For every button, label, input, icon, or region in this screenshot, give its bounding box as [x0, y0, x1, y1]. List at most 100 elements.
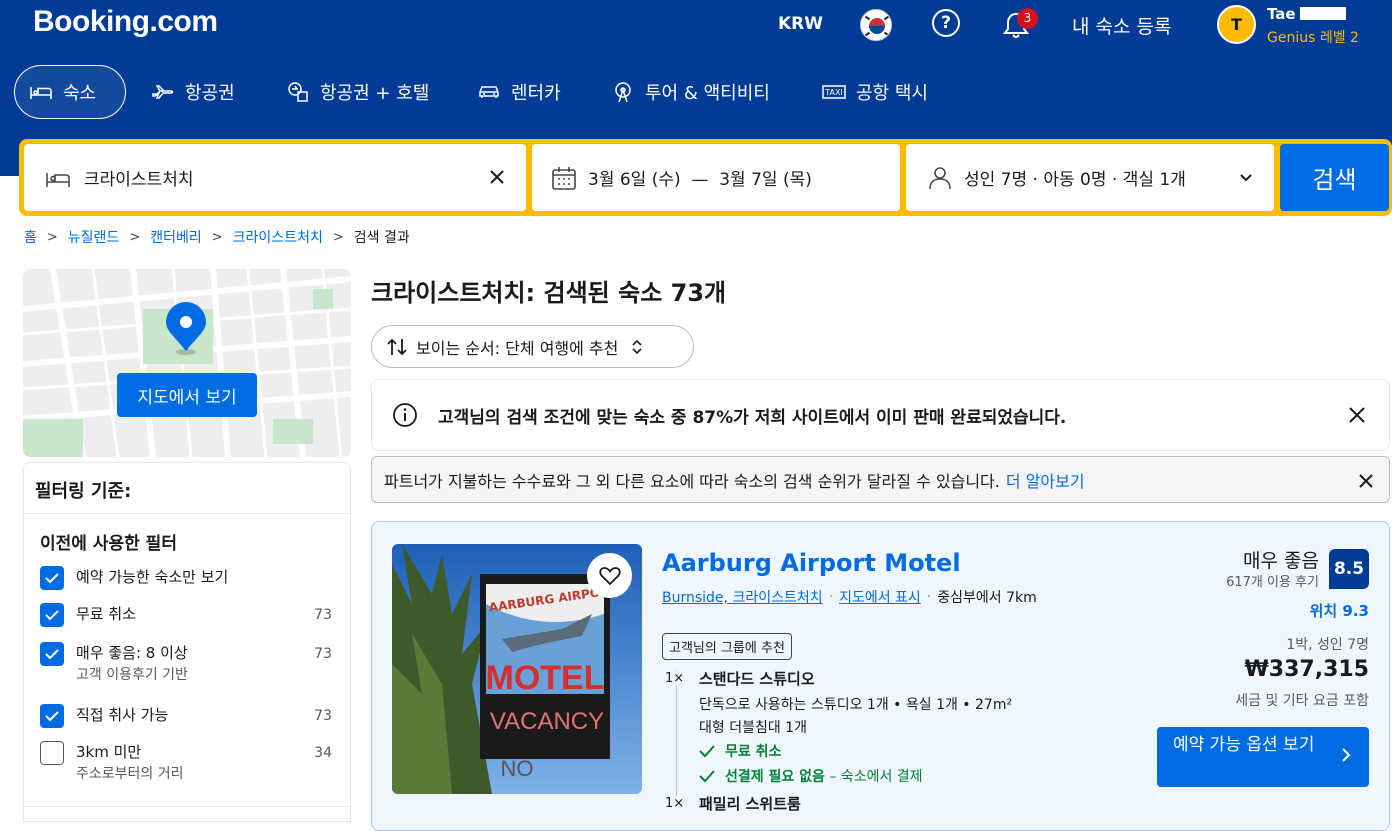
show-on-map-button[interactable]: 지도에서 보기: [117, 373, 257, 417]
filter-count: 73: [314, 646, 332, 662]
destination-field[interactable]: 크라이스트처치: [24, 144, 526, 211]
chevron-right-icon: [1342, 748, 1351, 762]
chevron-right-icon: >: [129, 229, 141, 245]
date-field[interactable]: 3월 6일 (수) — 3월 7일 (목): [532, 144, 900, 211]
no-prepay-suffix: – 숙소에서 결제: [829, 769, 923, 785]
area-link[interactable]: Burnside, 크라이스트처치: [662, 587, 823, 607]
clear-icon[interactable]: [488, 168, 506, 186]
review-count: 617개 이용 후기: [1226, 575, 1319, 590]
filter-option[interactable]: 매우 좋음: 8 이상 고객 이용후기 기반 73: [40, 642, 332, 686]
free-cancellation: 무료 취소: [699, 741, 781, 761]
chevron-right-icon: >: [332, 229, 344, 245]
check-icon: [699, 745, 715, 758]
no-prepayment: 선결제 필요 없음 – 숙소에서 결제: [699, 766, 923, 786]
breadcrumb-home[interactable]: 홈: [24, 227, 37, 247]
filter-title: 필터링 기준:: [35, 481, 132, 502]
filter-count: 34: [314, 745, 332, 761]
plane-hotel-icon: [288, 82, 308, 102]
notification-badge: 3: [1017, 8, 1038, 29]
register-property-link[interactable]: 내 숙소 등록: [1072, 12, 1171, 39]
checkbox-checked[interactable]: [40, 566, 64, 590]
nav-tab-flight-hotel[interactable]: 항공권 + 호텔: [272, 65, 443, 119]
breadcrumb-city[interactable]: 크라이스트처치: [233, 227, 323, 247]
sort-dropdown[interactable]: 보이는 순서: 단체 여행에 추천: [371, 325, 694, 368]
filter-label: 3km 미만: [76, 743, 142, 761]
checkbox-checked[interactable]: [40, 603, 64, 627]
room-name: 패밀리 스위트룸: [699, 795, 801, 813]
currency-button[interactable]: KRW: [778, 14, 823, 34]
room-connector-line: [676, 670, 677, 800]
recommended-badge: 고객님의 그룹에 추천: [662, 633, 792, 660]
search-button[interactable]: 검색: [1280, 144, 1389, 211]
filter-option[interactable]: 무료 취소 73: [40, 603, 332, 627]
nav-label: 항공권: [185, 83, 235, 104]
free-cancel-text: 무료 취소: [725, 744, 782, 760]
check-icon: [45, 649, 59, 660]
chevron-right-icon: >: [211, 229, 223, 245]
checkbox-unchecked[interactable]: [40, 741, 64, 765]
no-prepay-text: 선결제 필요 없음: [725, 769, 825, 785]
room-quantity: 1×: [665, 671, 685, 686]
filter-option[interactable]: 직접 취사 가능 73: [40, 704, 332, 728]
attraction-icon: [615, 82, 631, 103]
filter-section-title: 이전에 사용한 필터: [40, 534, 177, 554]
breadcrumb-region[interactable]: 캔터베리: [150, 227, 202, 247]
map-preview[interactable]: [23, 269, 351, 457]
language-flag-icon[interactable]: [860, 9, 892, 41]
filter-label: 직접 취사 가능: [76, 706, 169, 724]
save-favorite-button[interactable]: [587, 553, 632, 598]
see-availability-button[interactable]: 예약 가능 옵션 보기: [1157, 727, 1369, 787]
guests-value: 성인 7명 · 아동 0명 · 객실 1개: [964, 170, 1186, 190]
divider: [24, 513, 350, 514]
checkbox-checked[interactable]: [40, 642, 64, 666]
bed-description: 대형 더블침대 1개: [699, 720, 807, 736]
redaction-mask: [1300, 7, 1346, 20]
rating-word: 매우 좋음: [1243, 550, 1319, 572]
date-value: 3월 6일 (수) — 3월 7일 (목): [588, 170, 812, 190]
nav-label: 투어 & 액티비티: [645, 83, 770, 104]
filter-option[interactable]: 예약 가능한 숙소만 보기: [40, 566, 332, 590]
nav-label: 숙소: [63, 83, 97, 104]
filter-count: 73: [314, 708, 332, 724]
close-icon[interactable]: [1357, 472, 1375, 490]
ranking-disclaimer: 파트너가 지불하는 수수료와 그 외 다른 요소에 따라 숙소의 검색 순위가 …: [371, 456, 1390, 503]
tax-note: 세금 및 기타 요금 포함: [1235, 693, 1369, 709]
property-name-link[interactable]: Aarburg Airport Motel: [662, 549, 961, 577]
person-icon: [929, 166, 951, 189]
learn-more-link[interactable]: 더 알아보기: [1006, 468, 1085, 492]
plane-icon: [152, 85, 174, 99]
bed-icon: [46, 172, 70, 187]
nav-tab-car-rental[interactable]: 렌터카: [463, 65, 575, 119]
close-icon[interactable]: [1347, 405, 1367, 425]
map-graphic: [23, 269, 351, 457]
results-title: 크라이스트처치: 검색된 숙소 73개: [371, 279, 727, 307]
filter-option[interactable]: 3km 미만 주소로부터의 거리 34: [40, 741, 332, 785]
nav-label: 항공권 + 호텔: [320, 83, 430, 104]
filter-sublabel: 주소로부터의 거리: [76, 766, 184, 782]
chevron-down-icon: [1240, 174, 1252, 182]
show-on-map-link[interactable]: 지도에서 표시: [839, 587, 921, 607]
breadcrumb-country[interactable]: 뉴질랜드: [68, 227, 120, 247]
help-icon[interactable]: ?: [932, 9, 960, 37]
review-score-badge[interactable]: 8.5: [1329, 549, 1369, 589]
guests-field[interactable]: 성인 7명 · 아동 0명 · 객실 1개: [906, 144, 1274, 211]
booking-logo[interactable]: Booking.com: [33, 5, 218, 39]
checkbox-checked[interactable]: [40, 704, 64, 728]
nav-label: 공항 택시: [856, 83, 928, 104]
filter-label: 무료 취소: [76, 605, 136, 623]
distance-text: 중심부에서 7km: [937, 590, 1037, 606]
avatar[interactable]: T: [1217, 5, 1256, 44]
sold-out-notice: 고객님의 검색 조건에 맞는 숙소 중 87%가 저희 사이트에서 이미 판매 …: [371, 379, 1390, 451]
filter-label: 예약 가능한 숙소만 보기: [76, 568, 229, 586]
nights-guests: 1박, 성인 7명: [1286, 637, 1369, 653]
sort-icon: [387, 338, 407, 355]
updown-chevron-icon: [632, 339, 642, 354]
nav-tab-stays[interactable]: 숙소: [14, 65, 126, 119]
check-icon: [45, 711, 59, 722]
taxi-icon: TAXI: [822, 85, 846, 99]
car-icon: [479, 86, 499, 98]
nav-tab-airport-taxi[interactable]: TAXI 공항 택시: [808, 65, 942, 119]
nav-tab-attractions[interactable]: 투어 & 액티비티: [597, 65, 784, 119]
nav-tab-flights[interactable]: 항공권: [137, 65, 249, 119]
nav-label: 렌터카: [511, 83, 561, 104]
